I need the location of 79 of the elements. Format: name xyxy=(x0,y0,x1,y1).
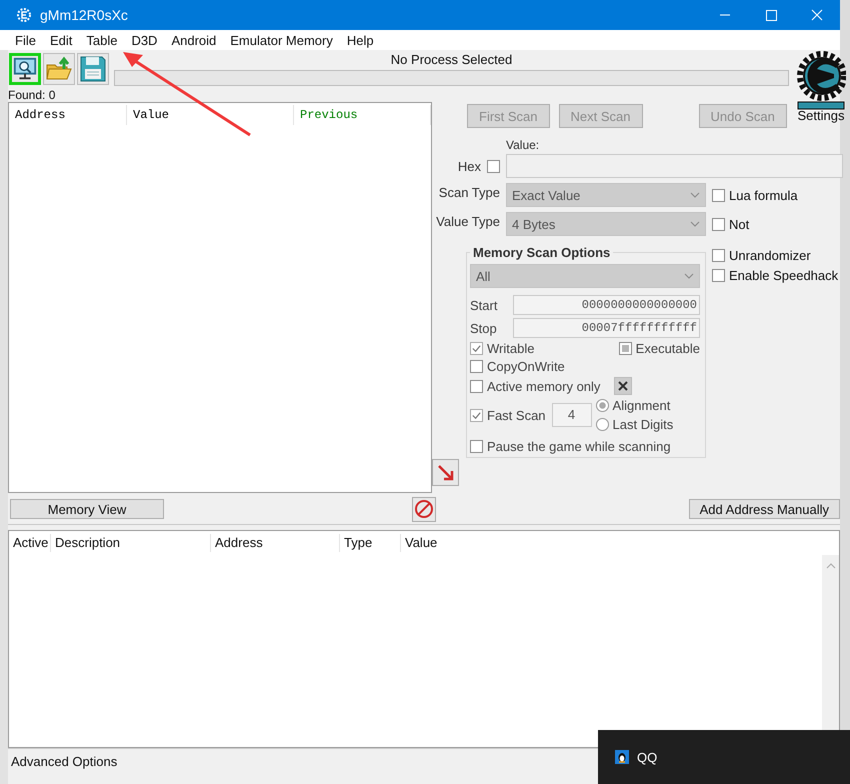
checkbox[interactable] xyxy=(470,440,483,453)
menu-item[interactable]: Android xyxy=(164,32,224,48)
gear-logo-icon[interactable] xyxy=(796,50,846,112)
column-header[interactable]: Value xyxy=(401,534,442,552)
stop-address-field[interactable]: 00007fffffffffff xyxy=(513,318,700,338)
stop-button[interactable] xyxy=(412,496,436,522)
column-header[interactable]: Previous xyxy=(294,105,431,125)
column-header[interactable]: Description xyxy=(51,534,211,552)
checkbox-label: Enable Speedhack xyxy=(729,268,838,283)
arrow-icon xyxy=(436,462,456,482)
checkbox[interactable] xyxy=(618,342,632,355)
stop-label: Stop xyxy=(470,320,497,336)
checkbox-label: Not xyxy=(729,216,750,232)
column-header[interactable]: Active xyxy=(9,534,51,552)
value-type-dropdown[interactable]: 4 Bytes xyxy=(506,212,706,236)
column-header[interactable]: Address xyxy=(9,105,127,125)
start-label: Start xyxy=(470,298,498,312)
checkbox[interactable] xyxy=(712,249,725,262)
address-list[interactable]: Active Description Address Type Value xyxy=(8,530,840,748)
process-label: No Process Selected xyxy=(390,52,512,68)
scan-type-label: Scan Type xyxy=(438,185,500,200)
add-address-button[interactable]: Add Address Manually xyxy=(688,499,840,519)
menu-item[interactable]: D3D xyxy=(124,32,164,48)
close-icon xyxy=(618,381,628,391)
checkbox-label: Pause the game while scanning xyxy=(487,439,671,454)
radio-label: Alignment xyxy=(612,398,670,413)
window-title: gMm12R0sXc xyxy=(40,7,128,23)
chevron-down-icon xyxy=(690,192,700,198)
checkbox[interactable] xyxy=(487,160,500,172)
column-header[interactable]: Type xyxy=(340,534,401,552)
memory-view-button[interactable]: Memory View xyxy=(10,499,164,519)
checkbox-label: Unrandomizer xyxy=(729,248,811,263)
chevron-down-icon xyxy=(684,273,694,279)
column-header[interactable]: Value xyxy=(127,105,294,125)
checkbox[interactable] xyxy=(470,360,483,373)
menu-item[interactable]: Table xyxy=(79,32,124,48)
chevron-down-icon xyxy=(690,221,700,227)
advanced-options-link[interactable]: Advanced Options xyxy=(11,754,118,768)
checkbox-label: Lua formula xyxy=(729,188,798,202)
checkbox-label: Active memory only xyxy=(487,378,600,394)
checkbox[interactable] xyxy=(712,188,725,202)
results-list[interactable]: Address Value Previous xyxy=(8,102,432,493)
value-type-label: Value Type xyxy=(435,214,500,229)
scan-type-dropdown[interactable]: Exact Value xyxy=(506,183,706,207)
app-icon xyxy=(16,7,32,23)
column-header[interactable]: Address xyxy=(211,534,340,552)
radio-label: Last Digits xyxy=(612,417,674,432)
region-dropdown[interactable]: All xyxy=(470,264,700,288)
toolbar-button[interactable] xyxy=(9,53,41,85)
notification-label[interactable]: QQ xyxy=(637,750,658,764)
chevron-up-icon xyxy=(826,563,836,569)
menu-item[interactable]: File xyxy=(8,32,43,48)
checkbox-label: Fast Scan xyxy=(487,408,546,422)
checkbox[interactable] xyxy=(470,408,483,422)
menu-item[interactable]: Help xyxy=(340,32,381,48)
copy-to-list-button[interactable] xyxy=(432,459,459,486)
checkbox[interactable] xyxy=(470,380,483,392)
menu-item[interactable]: Edit xyxy=(42,32,80,48)
checkbox-label: Executable xyxy=(636,341,700,356)
penguin-icon xyxy=(615,750,629,764)
toolbar-button[interactable] xyxy=(77,53,109,85)
prohibited-icon xyxy=(414,499,434,519)
checkbox[interactable] xyxy=(470,342,483,355)
start-address-field[interactable]: 0000000000000000 xyxy=(513,295,700,315)
checkbox-label: Writable xyxy=(487,341,534,356)
radio-button[interactable] xyxy=(596,399,609,412)
checkbox-label: CopyOnWrite xyxy=(487,359,565,374)
checkbox[interactable] xyxy=(712,269,725,282)
settings-label[interactable]: Settings xyxy=(798,108,844,123)
clear-button[interactable] xyxy=(614,377,632,395)
group-title: Memory Scan Options xyxy=(472,245,612,260)
found-count: Found: 0 xyxy=(8,88,56,102)
hex-label: Hex xyxy=(458,158,481,174)
menu-item[interactable]: Emulator Memory xyxy=(223,32,340,48)
value-field[interactable] xyxy=(506,154,843,178)
alignment-field[interactable]: 4 xyxy=(552,403,592,427)
value-label: Value: xyxy=(506,138,540,152)
checkbox[interactable] xyxy=(712,218,725,230)
radio-button[interactable] xyxy=(596,418,609,431)
